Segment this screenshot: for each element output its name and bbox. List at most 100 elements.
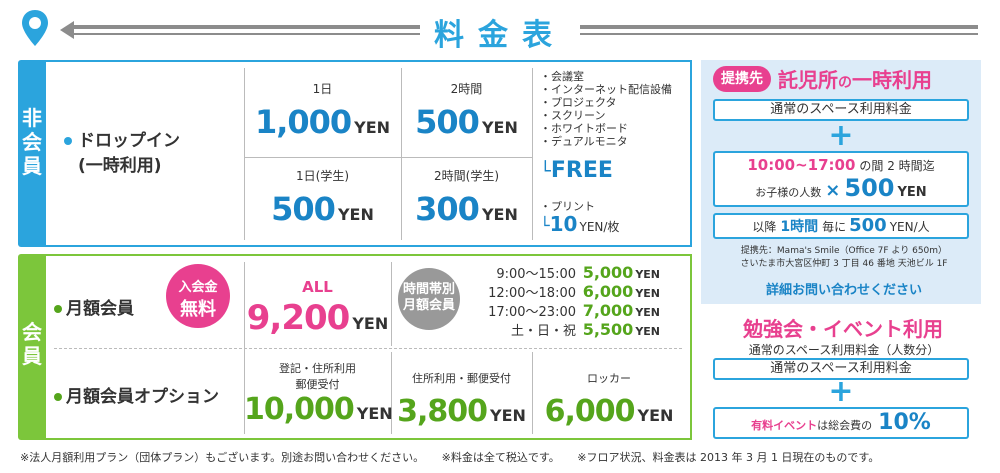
yen-unit: YEN — [635, 306, 660, 319]
times-icon: × — [825, 180, 841, 201]
yen-unit: YEN — [635, 287, 660, 300]
entry-fee-badge: 入会金 無料 — [166, 264, 230, 328]
page-title: 料金表 — [434, 18, 566, 53]
event-prefix: 有料イベント — [751, 419, 818, 432]
all-price-value: 9,200 — [246, 298, 351, 338]
member-panel: 月額会員 入会金 無料 ALL 9,200 YEN 時間帯別 月額会員 9:00〜… — [46, 254, 692, 440]
yen-unit: YEN — [635, 268, 660, 281]
partner-line1: 提携先：Mama's Smile（Office 7F より 650m） — [740, 246, 948, 256]
price-day-label: 1日 — [312, 82, 333, 96]
option-price: 3,800 — [397, 394, 488, 429]
slot-price: 5,500 — [582, 320, 634, 339]
yen-unit: YEN — [897, 185, 927, 200]
yen-unit: YEN — [481, 205, 518, 224]
slot-time: 9:00〜15:00 — [496, 267, 576, 282]
after-hour: 1時間 — [780, 219, 819, 235]
event-percent: 10% — [878, 410, 931, 435]
map-pin-icon — [22, 10, 48, 46]
timezone-label: 時間帯別 — [402, 282, 455, 297]
option-registration: 登記・住所利用 郵便受付 10,000 YEN — [244, 360, 393, 427]
event-fee-box: 有料イベントは総会費の 10% — [713, 407, 969, 439]
study-subtitle: 通常のスペース利用料金（人数分） — [748, 343, 940, 357]
option-label-line1: ロッカー — [587, 372, 631, 385]
equipment-item: ・デュアルモニタ — [540, 135, 628, 148]
option-price: 10,000 — [244, 392, 355, 427]
header-rule-left — [72, 25, 420, 29]
slot-price: 7,000 — [582, 301, 634, 320]
entry-fee-value: 無料 — [180, 299, 216, 320]
childcare-title-a: 託児所 — [778, 68, 838, 92]
header-rule-left-thin — [72, 33, 420, 35]
childcare-rate-box: 10:00~17:00 の間 2 時間迄 お子様の人数 × 500 YEN — [713, 151, 969, 207]
nonmember-label: 非 会 員 — [18, 106, 46, 178]
childcare-inquiry: 詳細お問い合わせください — [765, 283, 922, 298]
slot-list: 9:00〜15:00 5,000 YEN 12:00〜18:00 6,000 YEN… — [466, 263, 686, 339]
member-label-char: 員 — [22, 344, 42, 368]
after-price: 500 — [849, 215, 887, 236]
yen-unit: YEN — [490, 406, 526, 425]
partner-info: 提携先：Mama's Smile（Office 7F より 650m） さいたま… — [713, 245, 975, 271]
slot-row: 12:00〜18:00 6,000 YEN — [466, 282, 686, 301]
equipment-item: ・会議室 — [540, 70, 584, 83]
after-prefix: 以降 — [752, 220, 777, 234]
corner-arrow-icon: └ — [540, 161, 551, 182]
bullet-icon — [54, 305, 62, 313]
print-price-value: 10 — [549, 212, 578, 236]
event-mid: は総会費の — [817, 419, 873, 432]
all-label: ALL — [302, 278, 333, 296]
footer-note: ※料金は全て税込です。 — [441, 451, 560, 464]
price-day-student-label: 1日(学生) — [296, 169, 349, 183]
yen-unit: YEN — [481, 118, 518, 137]
price-day-student-value: 500 — [271, 190, 336, 228]
slot-time: 12:00〜18:00 — [488, 286, 576, 301]
childcare-title-c: 一時利用 — [852, 68, 932, 92]
price-2h-value: 500 — [415, 103, 480, 141]
header-arrow-icon — [60, 21, 74, 39]
divider — [391, 262, 392, 346]
footer-note: ※フロア状況、料金表は 2013 年 3 月 1 日現在のものです。 — [577, 451, 880, 464]
nonmember-label-char: 員 — [22, 154, 42, 178]
price-day-value: 1,000 — [254, 103, 352, 141]
partner-line2: さいたま市大宮区仲町 3 丁目 46 番地 天池ビル 1F — [740, 259, 948, 269]
slot-price: 6,000 — [582, 282, 634, 301]
partner-badge: 提携先 — [713, 66, 771, 92]
option-label-line1: 登記・住所利用 — [279, 362, 356, 375]
plus-icon: + — [828, 374, 854, 409]
dropin-sublabel: (一時利用) — [78, 156, 162, 176]
option-label: 月額会員オプション — [66, 387, 219, 407]
header-rule-right-thin — [580, 33, 978, 35]
free-badge: └FREE — [540, 158, 613, 183]
yen-unit: YEN — [635, 325, 660, 338]
option-price: 6,000 — [544, 394, 636, 429]
childcare-title: 託児所の一時利用 — [778, 64, 932, 93]
slot-row: 9:00〜15:00 5,000 YEN — [466, 263, 686, 282]
yen-unit: YEN — [354, 118, 391, 137]
option-plan: 月額会員オプション — [54, 382, 219, 407]
childcare-time-suffix: の間 2 時間迄 — [859, 159, 935, 173]
divider — [54, 348, 682, 349]
children-label: お子様の人数 — [755, 186, 822, 199]
slot-price: 5,000 — [582, 263, 634, 282]
child-price: 500 — [844, 174, 895, 202]
dropin-plan: ドロップイン (一時利用) — [64, 126, 180, 176]
timezone-badge: 時間帯別 月額会員 — [398, 268, 460, 330]
monthly-plan: 月額会員 — [54, 294, 134, 319]
yen-unit: YEN — [352, 314, 389, 333]
print-unit: YEN/枚 — [579, 220, 620, 234]
member-label: 会 員 — [18, 320, 46, 368]
price-day: 1日 1,000 YEN — [244, 80, 401, 141]
equipment-item: ・ホワイトボード — [540, 122, 628, 135]
yen-unit: YEN — [356, 404, 393, 423]
price-2h-label: 2時間 — [450, 82, 483, 96]
footer-note: ※法人月額利用プラン（団体プラン）もございます。別途お問い合わせください。 — [20, 451, 425, 464]
nonmember-label-char: 非 — [22, 106, 42, 130]
bullet-icon — [54, 393, 62, 401]
free-label: FREE — [550, 158, 613, 183]
entry-fee-label: 入会金 — [178, 280, 218, 295]
price-2h: 2時間 500 YEN — [401, 80, 532, 141]
price-2h-student-label: 2時間(学生) — [434, 169, 499, 183]
divider — [532, 68, 533, 240]
dropin-label: ドロップイン — [78, 131, 180, 151]
after-unit: YEN/人 — [889, 220, 930, 234]
nonmember-panel: ドロップイン (一時利用) 1日 1,000 YEN 2時間 500 YEN 1日(… — [46, 60, 692, 247]
